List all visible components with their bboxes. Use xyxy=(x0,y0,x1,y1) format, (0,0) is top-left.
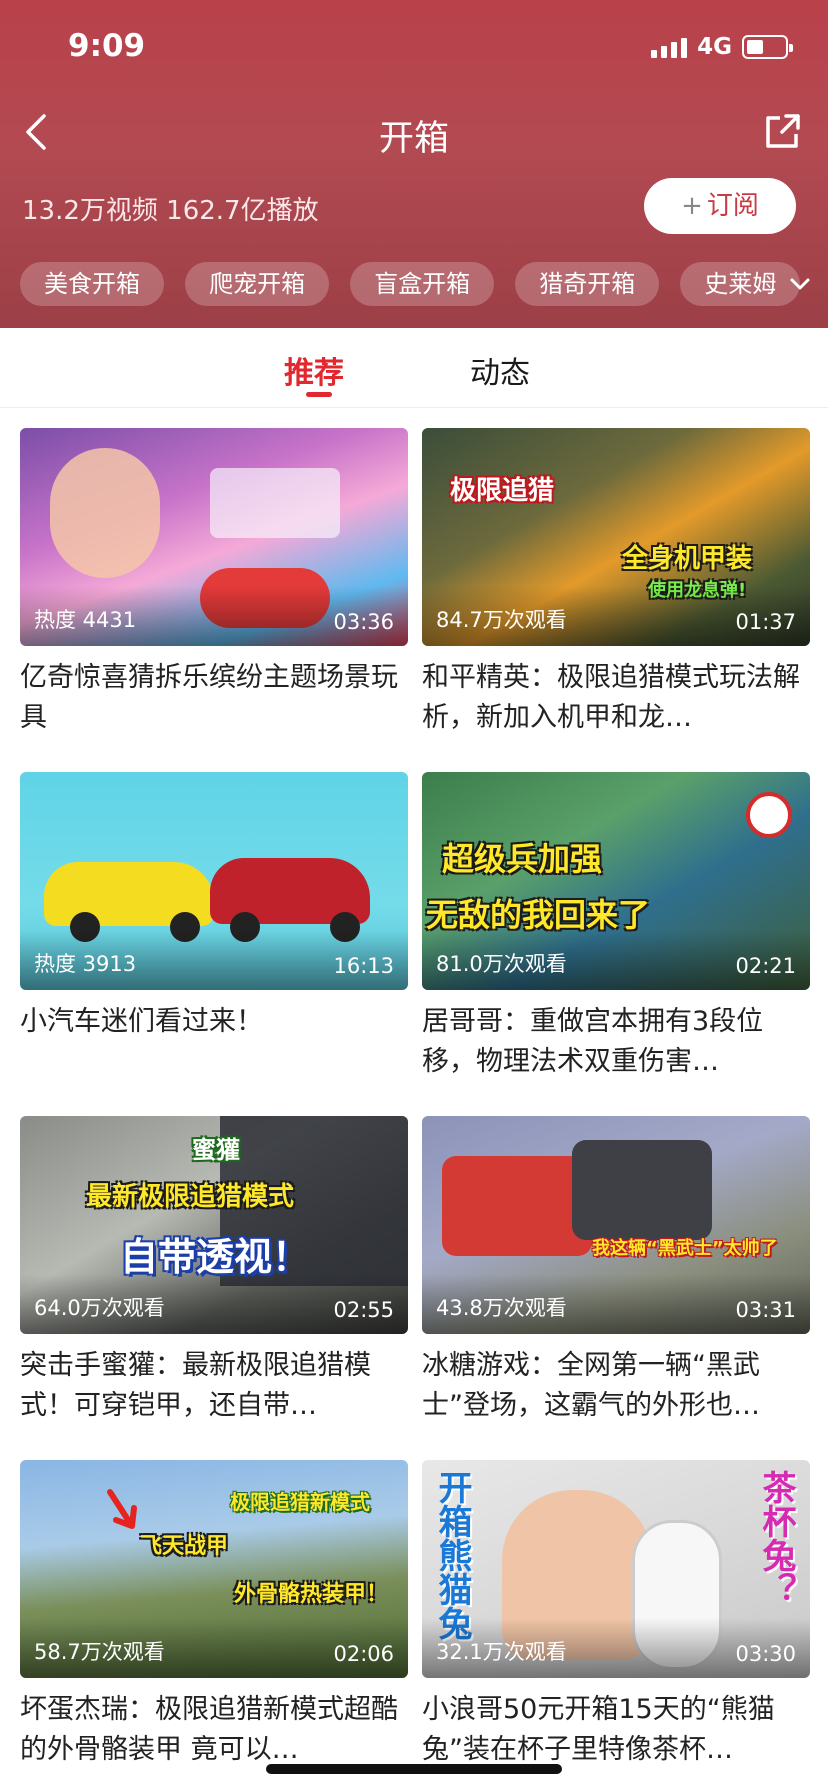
tag-item[interactable]: 爬宠开箱 xyxy=(185,262,330,306)
video-card[interactable]: 极限追猎 全身机甲装 使用龙息弹! 84.7万次观看 01:37 和平精英：极限… xyxy=(422,428,810,758)
tag-item[interactable]: 猎奇开箱 xyxy=(515,262,660,306)
subscribe-button[interactable]: + 订阅 xyxy=(644,178,796,234)
video-duration: 03:36 xyxy=(333,610,394,634)
network-type: 4G xyxy=(697,34,732,60)
tag-item[interactable]: 史莱姆 xyxy=(680,262,801,306)
video-title: 突击手蜜獾：最新极限追猎模式！可穿铠甲，还自带… xyxy=(20,1350,371,1421)
thumbnail-caption: 飞天战甲 xyxy=(140,1534,229,1559)
video-duration: 03:30 xyxy=(735,1642,796,1666)
view-count: 58.7万次观看 xyxy=(34,1640,165,1664)
battery-icon xyxy=(742,35,793,59)
thumbnail-caption: 外骨骼热装甲！ xyxy=(234,1582,389,1607)
share-button[interactable] xyxy=(760,110,804,154)
video-card[interactable]: 蜜獾 最新极限追猎模式 自带透视！ 64.0万次观看 02:55 突击手蜜獾：最… xyxy=(20,1116,408,1446)
thumbnail-caption: 蜜獾 xyxy=(192,1136,240,1164)
heat-count: 热度 4431 xyxy=(34,608,137,632)
chevron-down-icon xyxy=(790,278,810,290)
view-count: 32.1万次观看 xyxy=(436,1640,567,1664)
expand-tags-button[interactable] xyxy=(786,270,814,298)
video-duration: 01:37 xyxy=(735,610,796,634)
status-time: 9:09 xyxy=(68,28,146,64)
video-thumbnail: 我这辆“黑武士”太帅了 43.8万次观看 03:31 xyxy=(422,1116,810,1334)
video-thumbnail: 热度 3913 16:13 xyxy=(20,772,408,990)
thumbnail-caption: 自带透视！ xyxy=(120,1235,311,1279)
signal-icon xyxy=(651,36,688,58)
video-title: 冰糖游戏：全网第一辆“黑武士”登场，这霸气的外形也… xyxy=(422,1350,760,1421)
tab-bar: 推荐 动态 xyxy=(0,328,828,408)
view-count: 81.0万次观看 xyxy=(436,952,567,976)
topic-stats: 13.2万视频 162.7亿播放 xyxy=(22,196,319,226)
video-duration: 02:06 xyxy=(333,1642,394,1666)
active-tab-indicator xyxy=(306,392,332,397)
video-title: 亿奇惊喜猜拆乐缤纷主题场景玩具 xyxy=(20,662,398,733)
thumbnail-caption: 全身机甲装 xyxy=(622,544,753,574)
video-card[interactable]: 热度 4431 03:36 亿奇惊喜猜拆乐缤纷主题场景玩具 xyxy=(20,428,408,758)
thumbnail-caption: 最新极限追猎模式 xyxy=(86,1182,295,1212)
video-thumbnail: 极限追猎 全身机甲装 使用龙息弹! 84.7万次观看 01:37 xyxy=(422,428,810,646)
arrow-icon xyxy=(107,1489,137,1529)
status-indicators: 4G xyxy=(651,34,793,60)
video-title: 和平精英：极限追猎模式玩法解析，新加入机甲和龙… xyxy=(422,662,800,733)
thumbnail-caption: 超级兵加强 xyxy=(442,840,603,878)
video-card[interactable]: 开箱熊猫兔 茶杯兔？ 32.1万次观看 03:30 小浪哥50元开箱15天的“熊… xyxy=(422,1460,810,1790)
share-icon xyxy=(766,114,800,148)
video-duration: 02:55 xyxy=(333,1298,394,1322)
video-title: 小汽车迷们看过来！ xyxy=(20,1006,263,1037)
thumbnail-caption: 极限追猎 xyxy=(450,476,555,506)
video-thumbnail: 超级兵加强 无敌的我回来了 81.0万次观看 02:21 xyxy=(422,772,810,990)
video-title: 坏蛋杰瑞：极限追猎新模式超酷的外骨骼装甲 竟可以… xyxy=(20,1694,398,1765)
subtopic-tags: 美食开箱 爬宠开箱 盲盒开箱 猎奇开箱 史莱姆 xyxy=(20,262,810,306)
subscribe-label: 订阅 xyxy=(706,191,759,221)
video-card[interactable]: 极限追猎新模式 飞天战甲 外骨骼热装甲！ 58.7万次观看 02:06 坏蛋杰瑞… xyxy=(20,1460,408,1790)
video-duration: 16:13 xyxy=(333,954,394,978)
video-duration: 03:31 xyxy=(735,1298,796,1322)
video-card[interactable]: 超级兵加强 无敌的我回来了 81.0万次观看 02:21 居哥哥：重做宫本拥有3… xyxy=(422,772,810,1102)
video-duration: 02:21 xyxy=(735,954,796,978)
video-card[interactable]: 我这辆“黑武士”太帅了 43.8万次观看 03:31 冰糖游戏：全网第一辆“黑武… xyxy=(422,1116,810,1446)
view-count: 43.8万次观看 xyxy=(436,1296,567,1320)
thumbnail-caption: 极限追猎新模式 xyxy=(230,1490,370,1514)
tag-item[interactable]: 盲盒开箱 xyxy=(350,262,495,306)
heat-count: 热度 3913 xyxy=(34,952,137,976)
video-thumbnail: 热度 4431 03:36 xyxy=(20,428,408,646)
video-title: 居哥哥：重做宫本拥有3段位移，物理法术双重伤害… xyxy=(422,1006,764,1077)
plus-icon: + xyxy=(681,191,703,221)
video-thumbnail: 蜜獾 最新极限追猎模式 自带透视！ 64.0万次观看 02:55 xyxy=(20,1116,408,1334)
video-card[interactable]: 热度 3913 16:13 小汽车迷们看过来！ xyxy=(20,772,408,1102)
tab-updates[interactable]: 动态 xyxy=(470,348,530,392)
video-title: 小浪哥50元开箱15天的“熊猫兔”装在杯子里特像茶杯… xyxy=(422,1694,775,1765)
video-thumbnail: 开箱熊猫兔 茶杯兔？ 32.1万次观看 03:30 xyxy=(422,1460,810,1678)
topic-header: 9:09 4G 开箱 13.2万视频 162.7亿播放 + 订阅 美食开箱 爬宠开… xyxy=(0,0,828,328)
tag-item[interactable]: 美食开箱 xyxy=(20,262,164,306)
view-count: 64.0万次观看 xyxy=(34,1296,165,1320)
video-thumbnail: 极限追猎新模式 飞天战甲 外骨骼热装甲！ 58.7万次观看 02:06 xyxy=(20,1460,408,1678)
page-title: 开箱 xyxy=(378,119,449,159)
thumbnail-caption: 我这辆“黑武士”太帅了 xyxy=(592,1238,778,1259)
home-indicator[interactable] xyxy=(266,1764,562,1774)
tab-recommend[interactable]: 推荐 xyxy=(284,348,344,392)
view-count: 84.7万次观看 xyxy=(436,608,567,632)
